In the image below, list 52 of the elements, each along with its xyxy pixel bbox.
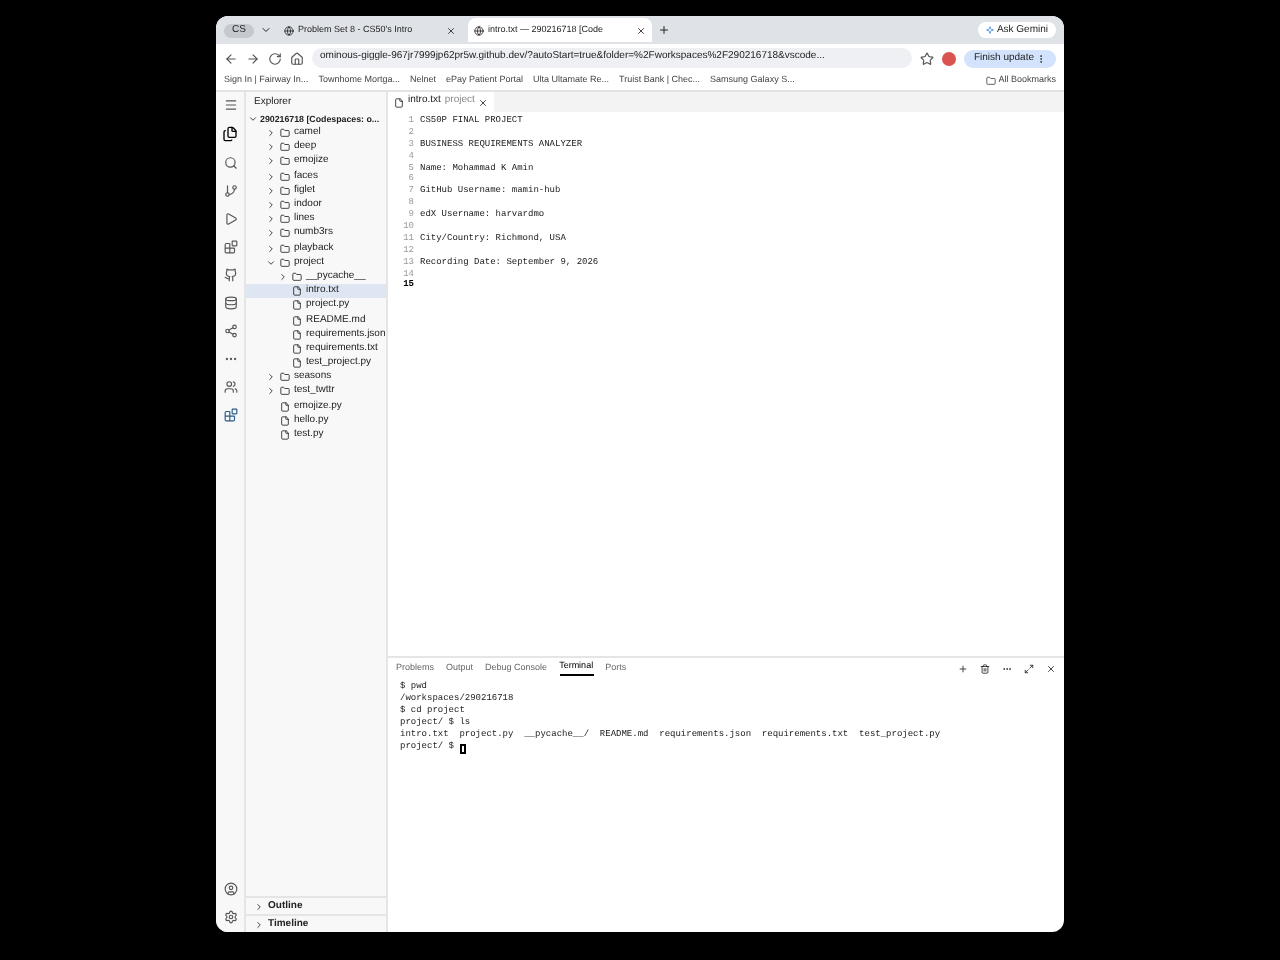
- file-icon: [292, 315, 302, 326]
- folder-icon: [280, 372, 290, 383]
- folder-icon: [280, 200, 290, 211]
- folder-icon: [280, 185, 290, 196]
- favicon-icon: [473, 25, 484, 35]
- file-icon: [292, 358, 302, 369]
- extensions-icon[interactable]: [223, 240, 237, 254]
- settings-icon[interactable]: [223, 910, 237, 924]
- folder-icon: [292, 271, 302, 282]
- files-icon[interactable]: [222, 126, 238, 142]
- file-icon: [292, 286, 302, 297]
- cursor-icon: [459, 743, 466, 753]
- file-icon: [280, 401, 290, 412]
- search-icon[interactable]: [223, 156, 237, 170]
- folder-icon: [280, 386, 290, 397]
- maximize-icon[interactable]: [1024, 663, 1034, 673]
- profile-avatar[interactable]: [941, 51, 956, 65]
- cat-icon[interactable]: [223, 268, 237, 282]
- folder-icon: [280, 171, 290, 182]
- favicon-icon: [283, 25, 294, 35]
- file-icon: [292, 300, 302, 311]
- back-icon[interactable]: [224, 51, 238, 65]
- folder-icon: [986, 76, 997, 86]
- file-icon: [280, 430, 290, 441]
- menu-icon[interactable]: [223, 98, 237, 112]
- branch-icon[interactable]: [223, 184, 237, 198]
- reload-icon[interactable]: [268, 51, 282, 65]
- people-icon[interactable]: [223, 380, 237, 394]
- add-icon[interactable]: [958, 663, 968, 673]
- trash-icon[interactable]: [980, 663, 990, 673]
- file-icon: [292, 343, 302, 354]
- forward-icon[interactable]: [246, 51, 260, 65]
- new-tab-icon[interactable]: [657, 24, 670, 36]
- tab-list-icon[interactable]: [259, 24, 272, 36]
- folder-icon: [280, 228, 290, 239]
- share-icon[interactable]: [223, 324, 237, 338]
- folder-icon: [280, 257, 290, 268]
- account-icon[interactable]: [223, 882, 237, 896]
- file-icon: [280, 415, 290, 426]
- folder-icon: [280, 142, 290, 153]
- run-icon[interactable]: [223, 212, 237, 226]
- star-icon[interactable]: [919, 51, 934, 65]
- folder-icon: [280, 243, 290, 254]
- database-icon[interactable]: [223, 296, 237, 310]
- home-icon[interactable]: [290, 51, 304, 65]
- folder-icon: [280, 214, 290, 225]
- file-icon: [394, 97, 404, 107]
- more-icon[interactable]: [223, 352, 237, 366]
- file-icon: [292, 329, 302, 340]
- folder-icon: [280, 156, 290, 167]
- folder-icon: [280, 128, 290, 139]
- sparkle-icon: [986, 26, 995, 34]
